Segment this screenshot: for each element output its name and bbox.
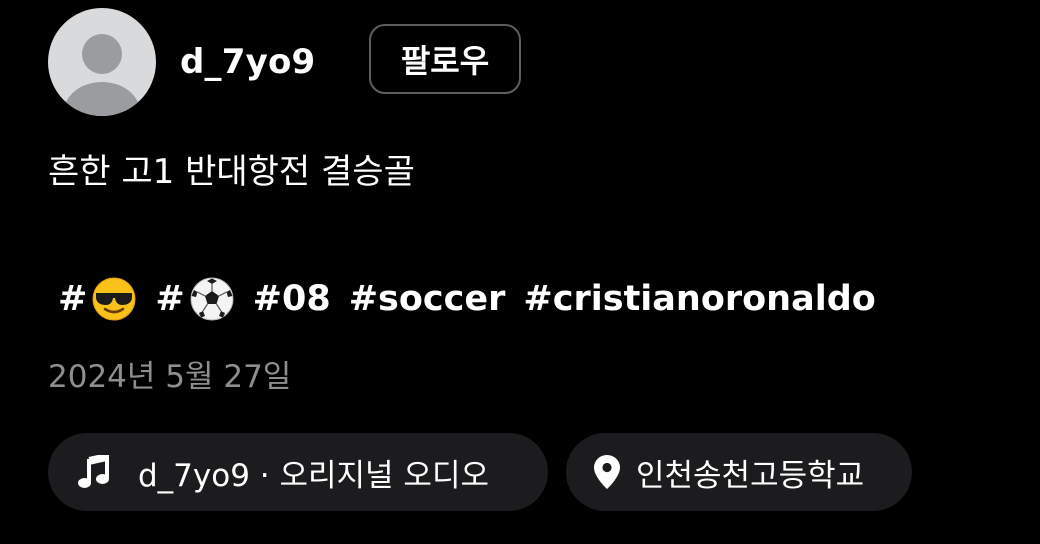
username[interactable]: d_7yo9 xyxy=(180,38,315,86)
hashtag-row: # # #08 #soccer #cristianoronaldo xyxy=(58,273,894,325)
post-date: 2024년 5월 27일 xyxy=(48,359,292,395)
avatar[interactable] xyxy=(48,8,156,116)
hashtag-cristianoronaldo[interactable]: #cristianoronaldo xyxy=(523,279,875,319)
hashtag-sunglasses[interactable]: # xyxy=(58,276,137,322)
hashtag-08[interactable]: #08 xyxy=(253,279,331,319)
soccer-ball-icon xyxy=(190,277,234,321)
smiling-face-with-sunglasses-icon xyxy=(92,277,136,321)
location-pill[interactable]: 인천송천고등학교 xyxy=(566,433,912,511)
hashtag-soccer[interactable]: #soccer xyxy=(349,279,506,319)
audio-pill[interactable]: d_7yo9 · 오리지널 오디오 xyxy=(48,433,548,511)
default-avatar-icon xyxy=(64,34,140,116)
audio-label: d_7yo9 · 오리지널 오디오 xyxy=(138,457,489,494)
hashtag-symbol: # xyxy=(155,279,185,319)
location-label: 인천송천고등학교 xyxy=(636,457,865,494)
hashtag-soccer-ball[interactable]: # xyxy=(155,276,234,322)
follow-button[interactable]: 팔로우 xyxy=(369,24,521,94)
location-pin-icon xyxy=(594,455,620,489)
music-note-icon xyxy=(78,455,109,488)
post-caption: 흔한 고1 반대항전 결승골 xyxy=(48,152,415,192)
hashtag-symbol: # xyxy=(58,279,88,319)
